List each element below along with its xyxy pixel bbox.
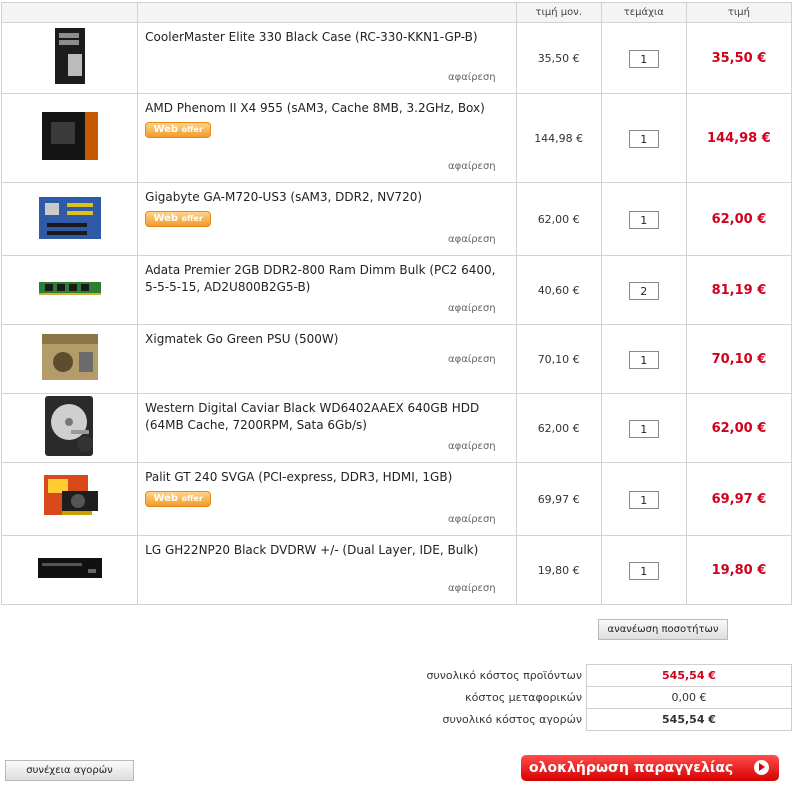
products-total-value: 545,54 € bbox=[586, 664, 792, 687]
product-name[interactable]: CoolerMaster Elite 330 Black Case (RC-33… bbox=[145, 29, 495, 46]
motherboard-icon[interactable] bbox=[37, 193, 103, 241]
ram-module-icon[interactable] bbox=[37, 278, 103, 298]
remove-link[interactable]: αφαίρεση bbox=[448, 303, 496, 314]
quantity-input[interactable] bbox=[628, 351, 659, 370]
web-offer-badge: Web offer bbox=[145, 491, 212, 507]
product-name[interactable]: AMD Phenom II X4 955 (sAM3, Cache 8MB, 3… bbox=[145, 100, 495, 117]
pc-case-icon[interactable] bbox=[50, 26, 90, 86]
quantity-input[interactable] bbox=[628, 50, 659, 69]
cart-row: Gigabyte GA-M720-US3 (sAM3, DDR2, NV720)… bbox=[0, 182, 793, 256]
remove-link[interactable]: αφαίρεση bbox=[448, 72, 496, 83]
line-total: 19,80 € bbox=[685, 535, 793, 605]
unit-price: 35,50 € bbox=[515, 22, 602, 94]
cart-table: τιμή μον. τεμάχια τιμή CoolerMaster Elit… bbox=[0, 2, 793, 605]
quantity-input[interactable] bbox=[628, 562, 659, 581]
line-total: 62,00 € bbox=[685, 393, 793, 463]
line-total: 62,00 € bbox=[685, 182, 793, 256]
header-unit-price: τιμή μον. bbox=[515, 2, 602, 23]
product-name[interactable]: Gigabyte GA-M720-US3 (sAM3, DDR2, NV720) bbox=[145, 189, 495, 206]
product-name[interactable]: Xigmatek Go Green PSU (500W) bbox=[145, 331, 495, 348]
hard-drive-icon[interactable] bbox=[41, 394, 99, 458]
complete-order-button[interactable]: ολοκλήρωση παραγγελίας bbox=[521, 755, 779, 781]
dvd-drive-icon[interactable] bbox=[36, 554, 104, 582]
complete-order-label: ολοκλήρωση παραγγελίας bbox=[529, 760, 734, 776]
cart-row: Xigmatek Go Green PSU (500W) αφαίρεση 70… bbox=[0, 324, 793, 394]
remove-link[interactable]: αφαίρεση bbox=[448, 234, 496, 245]
cart-row: Palit GT 240 SVGA (PCI-express, DDR3, HD… bbox=[0, 462, 793, 536]
cart-row: Western Digital Caviar Black WD6402AAEX … bbox=[0, 393, 793, 463]
arrow-right-icon bbox=[754, 760, 769, 775]
quantity-input[interactable] bbox=[628, 130, 659, 149]
product-name[interactable]: Adata Premier 2GB DDR2-800 Ram Dimm Bulk… bbox=[145, 262, 495, 296]
quantity-input[interactable] bbox=[628, 491, 659, 510]
unit-price: 62,00 € bbox=[515, 182, 602, 256]
unit-price: 62,00 € bbox=[515, 393, 602, 463]
remove-link[interactable]: αφαίρεση bbox=[448, 514, 496, 525]
line-total: 69,97 € bbox=[685, 462, 793, 536]
product-name[interactable]: Western Digital Caviar Black WD6402AAEX … bbox=[145, 400, 495, 434]
header-description bbox=[137, 2, 517, 23]
continue-shopping-button[interactable]: συνέχεια αγορών bbox=[5, 760, 134, 781]
grand-total-value: 545,54 € bbox=[586, 708, 792, 731]
graphics-card-icon[interactable] bbox=[38, 469, 102, 525]
unit-price: 70,10 € bbox=[515, 324, 602, 394]
remove-link[interactable]: αφαίρεση bbox=[448, 354, 496, 365]
unit-price: 19,80 € bbox=[515, 535, 602, 605]
shipping-cost-label: κόστος μεταφορικών bbox=[465, 691, 582, 704]
product-name[interactable]: Palit GT 240 SVGA (PCI-express, DDR3, HD… bbox=[145, 469, 495, 486]
cart-row: CoolerMaster Elite 330 Black Case (RC-33… bbox=[0, 22, 793, 94]
update-quantities-button[interactable]: ανανέωση ποσοτήτων bbox=[598, 619, 728, 640]
grand-total-label: συνολικό κόστος αγορών bbox=[442, 713, 582, 726]
unit-price: 40,60 € bbox=[515, 255, 602, 325]
unit-price: 69,97 € bbox=[515, 462, 602, 536]
header-quantity: τεμάχια bbox=[600, 2, 687, 23]
cart-header-row: τιμή μον. τεμάχια τιμή bbox=[0, 2, 793, 23]
totals-table: συνολικό κόστος προϊόντων 545,54 € κόστο… bbox=[388, 664, 792, 731]
remove-link[interactable]: αφαίρεση bbox=[448, 161, 496, 172]
quantity-input[interactable] bbox=[628, 420, 659, 439]
line-total: 35,50 € bbox=[685, 22, 793, 94]
cart-row: Adata Premier 2GB DDR2-800 Ram Dimm Bulk… bbox=[0, 255, 793, 325]
header-total: τιμή bbox=[685, 2, 793, 23]
quantity-input[interactable] bbox=[628, 211, 659, 230]
product-name[interactable]: LG GH22NP20 Black DVDRW +/- (Dual Layer,… bbox=[145, 542, 495, 559]
quantity-input[interactable] bbox=[628, 282, 659, 301]
line-total: 144,98 € bbox=[685, 93, 793, 183]
products-total-label: συνολικό κόστος προϊόντων bbox=[426, 669, 582, 682]
remove-link[interactable]: αφαίρεση bbox=[448, 583, 496, 594]
web-offer-badge: Web offer bbox=[145, 122, 212, 138]
web-offer-badge: Web offer bbox=[145, 211, 212, 227]
header-image bbox=[0, 2, 139, 23]
cart-row: LG GH22NP20 Black DVDRW +/- (Dual Layer,… bbox=[0, 535, 793, 605]
psu-box-icon[interactable] bbox=[39, 330, 101, 384]
remove-link[interactable]: αφαίρεση bbox=[448, 441, 496, 452]
line-total: 70,10 € bbox=[685, 324, 793, 394]
cart-row: AMD Phenom II X4 955 (sAM3, Cache 8MB, 3… bbox=[0, 93, 793, 183]
line-total: 81,19 € bbox=[685, 255, 793, 325]
cpu-box-icon[interactable] bbox=[39, 108, 101, 164]
shipping-cost-value: 0,00 € bbox=[586, 686, 792, 709]
unit-price: 144,98 € bbox=[515, 93, 602, 183]
